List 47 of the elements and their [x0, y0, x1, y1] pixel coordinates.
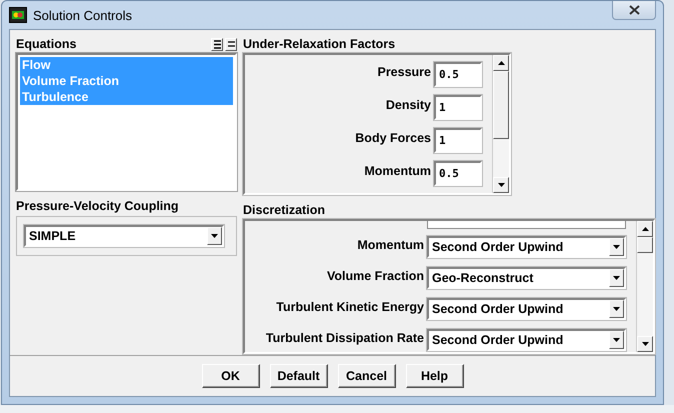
input-field[interactable]: 1: [434, 95, 482, 120]
up-arrow-icon: [498, 61, 504, 65]
scheme-dropdown[interactable]: Geo-Reconstruct: [427, 267, 626, 289]
list-icon: [214, 40, 220, 48]
field-label: Pressure: [377, 65, 431, 79]
scheme-dropdown[interactable]: Second Order Upwind: [427, 298, 626, 320]
caret-icon: [613, 338, 620, 342]
section-label: Pressure-Velocity Coupling: [16, 199, 179, 213]
field-label: Momentum: [364, 164, 431, 178]
field-label: Turbulent Dissipation Rate: [266, 330, 424, 344]
field-label: Volume Fraction: [326, 268, 424, 282]
scrollbar-thumb[interactable]: [637, 237, 653, 253]
close-icon: [628, 5, 640, 15]
scrollbar[interactable]: [492, 55, 509, 193]
section-label: Discretization: [243, 203, 325, 217]
section-label: Under-Relaxation Factors: [243, 37, 396, 51]
deselect-all-button[interactable]: [225, 38, 237, 50]
select-all-button[interactable]: [211, 38, 223, 50]
partial-dropdown[interactable]: [427, 221, 626, 229]
caret-icon: [613, 245, 620, 249]
dialog-button[interactable]: Cancel: [338, 364, 396, 388]
input-field[interactable]: 0.5: [434, 161, 482, 186]
scrollbar[interactable]: [636, 221, 653, 352]
field-label: Density: [386, 98, 431, 112]
field-label: Momentum: [357, 238, 424, 252]
app-icon: [9, 7, 27, 23]
dialog-button[interactable]: Help: [406, 364, 464, 388]
window-title: Solution Controls: [33, 8, 132, 22]
scheme-dropdown[interactable]: Second Order Upwind: [427, 329, 626, 351]
field-label: Body Forces: [355, 131, 431, 145]
dialog-button[interactable]: Default: [270, 364, 328, 388]
scrollbar-thumb[interactable]: [493, 71, 509, 139]
caret-icon: [613, 276, 620, 280]
equals-icon: [228, 41, 234, 47]
down-arrow-icon: [498, 183, 504, 187]
input-field[interactable]: 0.5: [434, 62, 482, 87]
close-button[interactable]: [612, 1, 656, 20]
caret-icon: [211, 234, 218, 238]
scheme-dropdown[interactable]: Second Order Upwind: [427, 236, 626, 258]
down-arrow-icon: [642, 342, 648, 346]
input-field[interactable]: 1: [434, 128, 482, 153]
section-label: Equations: [16, 37, 76, 51]
dialog-button[interactable]: OK: [202, 364, 260, 388]
caret-icon: [613, 307, 620, 311]
field-label: Turbulent Kinetic Energy: [276, 300, 424, 314]
up-arrow-icon: [642, 227, 648, 231]
coupling-dropdown[interactable]: SIMPLE: [24, 225, 224, 247]
